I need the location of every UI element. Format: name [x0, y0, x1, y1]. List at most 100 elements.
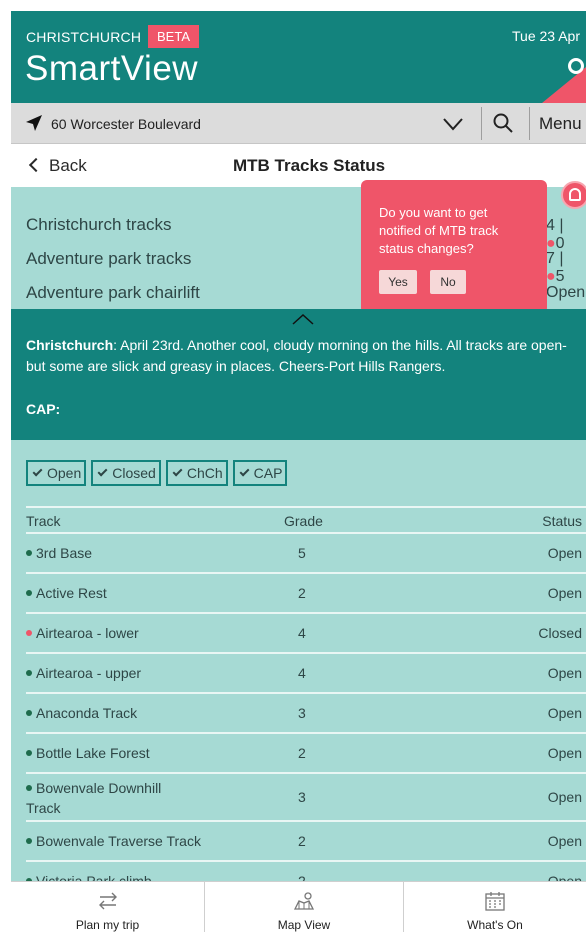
summary-open-count: 7 | [546, 250, 564, 267]
track-status: Open [547, 545, 582, 561]
track-status: Open [547, 833, 582, 849]
track-name: Anaconda Track [26, 705, 137, 721]
beta-badge: BETA [148, 25, 199, 48]
chevron-up-icon[interactable] [291, 313, 315, 325]
status-dot-icon [26, 750, 32, 756]
track-name-text: Bowenvale Downhill Track [26, 780, 162, 816]
summary-open-count: 4 | [546, 217, 564, 234]
track-grade: 2 [298, 833, 306, 849]
track-grade: 5 [298, 545, 306, 561]
track-name: Bottle Lake Forest [26, 745, 150, 761]
track-status: Open [547, 585, 582, 601]
tab-whats-on[interactable]: What's On [404, 882, 586, 932]
filter-closed[interactable]: Closed [91, 460, 161, 486]
track-name: Airtearoa - lower [26, 625, 139, 641]
table-row[interactable]: Bottle Lake Forest 2 Open [26, 734, 586, 774]
location-arrow-icon [26, 115, 42, 131]
popup-question: Do you want to get notified of MTB track… [379, 205, 499, 256]
track-status: Open [547, 873, 582, 881]
filter-group: Open Closed ChCh CAP [26, 460, 288, 486]
notice-lead: Christchurch [26, 337, 114, 353]
column-header-track[interactable]: Track [26, 513, 60, 529]
notification-bell-button[interactable] [561, 181, 586, 209]
chevron-left-icon [28, 157, 44, 173]
notice-text: Christchurch: April 23rd. Another cool, … [26, 335, 574, 377]
track-name: Bowenvale Traverse Track [26, 833, 201, 849]
track-list-area: Open Closed ChCh CAP Track Grade Status … [11, 440, 586, 881]
track-grade: 2 [298, 745, 306, 761]
table-row[interactable]: Active Rest 2 Open [26, 574, 586, 614]
track-grade: 2 [298, 585, 306, 601]
track-status: Open [547, 745, 582, 761]
summary-closed-count: 5 [555, 268, 565, 285]
summary-label[interactable]: Christchurch tracks [26, 215, 171, 235]
yes-button[interactable]: Yes [379, 270, 417, 294]
bottom-tab-bar: Plan my trip Map View What's On [11, 881, 586, 932]
tab-label: Plan my trip [75, 918, 140, 932]
table-row[interactable]: Bowenvale Traverse Track 2 Open [26, 822, 586, 862]
table-row[interactable]: Anaconda Track 3 Open [26, 694, 586, 734]
status-dot-icon [26, 785, 32, 791]
table-row[interactable]: Victoria Park climb 2 Open [26, 862, 586, 881]
filter-chch[interactable]: ChCh [165, 460, 228, 486]
track-name-text: Bottle Lake Forest [36, 745, 150, 761]
column-header-grade[interactable]: Grade [284, 513, 323, 529]
track-name-text: Airtearoa - upper [36, 665, 142, 681]
track-name: Active Rest [26, 585, 107, 601]
tab-plan-my-trip[interactable]: Plan my trip [11, 882, 204, 932]
table-row[interactable]: Bowenvale Downhill Track 3 Open [26, 774, 586, 822]
search-icon[interactable] [568, 58, 584, 74]
location-address[interactable]: 60 Worcester Boulevard [51, 116, 201, 132]
bell-icon [569, 188, 581, 201]
summary-count: 4 | ●0 [546, 217, 586, 253]
track-name: Bowenvale Downhill Track [26, 778, 186, 818]
search-icon[interactable] [492, 112, 514, 134]
map-icon [293, 892, 315, 910]
divider [529, 107, 530, 140]
track-grade: 2 [298, 873, 306, 881]
filter-label: ChCh [186, 465, 223, 481]
track-status: Open [547, 789, 582, 805]
table-row[interactable]: Airtearoa - lower 4 Closed [26, 614, 586, 654]
filter-open[interactable]: Open [26, 460, 87, 486]
arrows-swap-icon [98, 892, 117, 910]
track-status: Closed [538, 625, 582, 641]
location-bar: 60 Worcester Boulevard Menu [11, 103, 586, 144]
track-name: 3rd Base [26, 545, 92, 561]
track-name-text: Active Rest [36, 585, 107, 601]
cap-label: CAP: [26, 401, 61, 417]
status-dot-icon [26, 590, 32, 596]
ranger-notice: Christchurch: April 23rd. Another cool, … [11, 309, 586, 440]
column-header-status[interactable]: Status [542, 513, 582, 529]
tab-label: Map View [277, 918, 331, 932]
table-row[interactable]: 3rd Base 5 Open [26, 534, 586, 574]
status-dot-icon [26, 710, 32, 716]
checkmark-icon [97, 466, 108, 477]
notification-popup: Do you want to get notified of MTB track… [361, 180, 547, 314]
table-row[interactable]: Airtearoa - upper 4 Open [26, 654, 586, 694]
status-dot-icon [26, 838, 32, 844]
track-name-text: 3rd Base [36, 545, 93, 561]
summary-label[interactable]: Adventure park tracks [26, 249, 191, 269]
no-button[interactable]: No [430, 270, 466, 294]
filter-cap[interactable]: CAP [232, 460, 288, 486]
tab-map-view[interactable]: Map View [205, 882, 403, 932]
track-name: Victoria Park climb [26, 873, 152, 881]
back-label: Back [49, 156, 87, 175]
city-label: CHRISTCHURCH [26, 29, 142, 45]
chevron-down-icon[interactable] [441, 112, 465, 136]
track-grade: 3 [298, 789, 306, 805]
tab-label: What's On [467, 918, 523, 932]
date-label: Tue 23 Apr [512, 28, 580, 44]
menu-button[interactable]: Menu [539, 114, 582, 134]
track-status: Open [547, 705, 582, 721]
checkmark-icon [172, 466, 183, 477]
summary-count: 7 | ●5 [546, 250, 586, 286]
summary-label[interactable]: Adventure park chairlift [26, 283, 200, 303]
checkmark-icon [239, 466, 250, 477]
track-grade: 4 [298, 625, 306, 641]
status-dot-icon [26, 550, 32, 556]
divider [481, 107, 482, 140]
back-button[interactable]: Back [28, 156, 87, 176]
track-status: Open [547, 665, 582, 681]
